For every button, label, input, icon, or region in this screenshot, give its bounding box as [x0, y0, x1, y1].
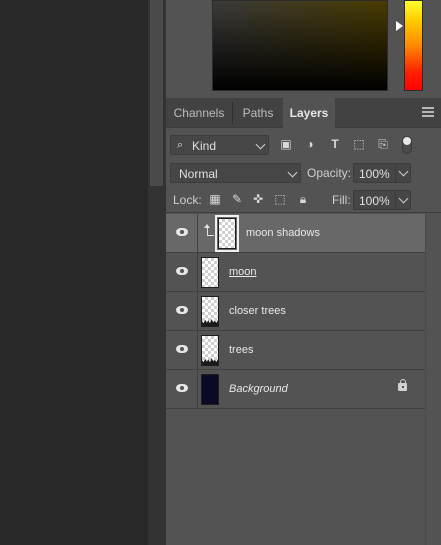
hue-slider-marker[interactable]: [396, 21, 403, 31]
color-saturation-field[interactable]: [212, 0, 388, 91]
opacity-value: 100%: [359, 167, 390, 181]
workspace-scrollbar-thumb[interactable]: [150, 0, 163, 186]
layer-name[interactable]: moon shadows: [246, 227, 320, 239]
eye-icon: [176, 345, 188, 353]
layer-thumbnail[interactable]: [201, 335, 219, 366]
smart-object-filter-icon[interactable]: ⎘: [376, 138, 390, 151]
tab-layers[interactable]: Layers: [283, 98, 335, 128]
tab-channels[interactable]: Channels: [166, 98, 232, 128]
shape-filter-icon[interactable]: ⬚: [352, 138, 366, 151]
fill-value: 100%: [359, 194, 390, 208]
panel-tab-bar: Channels Paths Layers: [166, 98, 441, 128]
tree-silhouette: [202, 358, 218, 365]
layer-filter-bar: ⌕ Kind ▣ ◑ T ⬚ ⎘: [166, 129, 441, 160]
visibility-toggle[interactable]: [166, 370, 198, 408]
layer-row-closer-trees[interactable]: closer trees: [166, 292, 441, 331]
eye-icon: [176, 267, 188, 275]
layer-thumbnail[interactable]: [215, 215, 239, 252]
right-panel-dock: Channels Paths Layers ⌕ Kind ▣ ◑ T ⬚ ⎘ N…: [166, 0, 441, 545]
fill-label: Fill:: [332, 193, 351, 207]
layer-name[interactable]: moon: [229, 266, 257, 278]
blend-mode-select[interactable]: Normal: [170, 163, 301, 183]
visibility-toggle[interactable]: [166, 214, 198, 252]
blend-mode-row: Normal Opacity: 100%: [166, 160, 441, 186]
adjustment-filter-icon[interactable]: ◑: [303, 138, 317, 151]
lock-transparent-pixels-icon[interactable]: ▦: [208, 192, 222, 206]
fill-dropdown-button[interactable]: [395, 191, 411, 209]
visibility-toggle[interactable]: [166, 292, 198, 330]
visibility-toggle[interactable]: [166, 331, 198, 369]
canvas-workspace[interactable]: [0, 0, 148, 545]
chevron-down-icon: [398, 166, 409, 177]
layer-thumbnail[interactable]: [201, 374, 219, 405]
lock-all-icon[interactable]: 🔒︎: [296, 192, 310, 206]
tree-silhouette: [202, 319, 218, 326]
opacity-dropdown-button[interactable]: [395, 164, 411, 182]
layer-name[interactable]: Background: [229, 383, 288, 395]
lock-image-pixels-icon[interactable]: ✎: [230, 192, 244, 206]
lock-row: Lock: ▦ ✎ ✜ ⬚ 🔒︎ Fill: 100%: [166, 186, 441, 213]
lock-artboard-icon[interactable]: ⬚: [273, 192, 287, 206]
eye-icon: [176, 306, 188, 314]
layer-thumbnail[interactable]: [201, 257, 219, 288]
type-filter-icon[interactable]: T: [328, 138, 342, 151]
clipping-mask-icon: [204, 224, 214, 236]
kind-select-label: Kind: [192, 139, 217, 153]
chevron-down-icon: [255, 139, 266, 150]
layers-scrollbar[interactable]: [425, 214, 441, 545]
layer-row-moon-shadows[interactable]: moon shadows: [166, 214, 441, 253]
panel-menu-icon[interactable]: [422, 107, 434, 117]
lock-position-icon[interactable]: ✜: [251, 192, 265, 206]
filter-toggle-switch[interactable]: [402, 136, 412, 154]
layer-row-background[interactable]: Background: [166, 370, 441, 409]
chevron-down-icon: [287, 167, 298, 178]
layer-name[interactable]: trees: [229, 344, 253, 356]
visibility-toggle[interactable]: [166, 253, 198, 291]
opacity-input[interactable]: 100%: [353, 163, 411, 183]
layer-name[interactable]: closer trees: [229, 305, 286, 317]
lock-icon: [398, 379, 407, 391]
image-filter-icon[interactable]: ▣: [279, 138, 293, 151]
hue-slider[interactable]: [404, 0, 423, 91]
toggle-knob: [403, 137, 411, 145]
tab-paths[interactable]: Paths: [233, 98, 283, 128]
layer-row-moon[interactable]: moon: [166, 253, 441, 292]
lock-label: Lock:: [173, 193, 202, 207]
opacity-label: Opacity:: [307, 166, 352, 180]
layer-row-trees[interactable]: trees: [166, 331, 441, 370]
layer-thumbnail[interactable]: [201, 296, 219, 327]
layer-filter-kind-select[interactable]: ⌕ Kind: [170, 135, 269, 155]
color-picker-panel: [166, 0, 441, 98]
search-icon: ⌕: [177, 139, 184, 151]
blend-mode-value: Normal: [179, 167, 218, 181]
fill-input[interactable]: 100%: [353, 190, 411, 210]
eye-icon: [176, 228, 188, 236]
chevron-down-icon: [398, 193, 409, 204]
eye-icon: [176, 384, 188, 392]
